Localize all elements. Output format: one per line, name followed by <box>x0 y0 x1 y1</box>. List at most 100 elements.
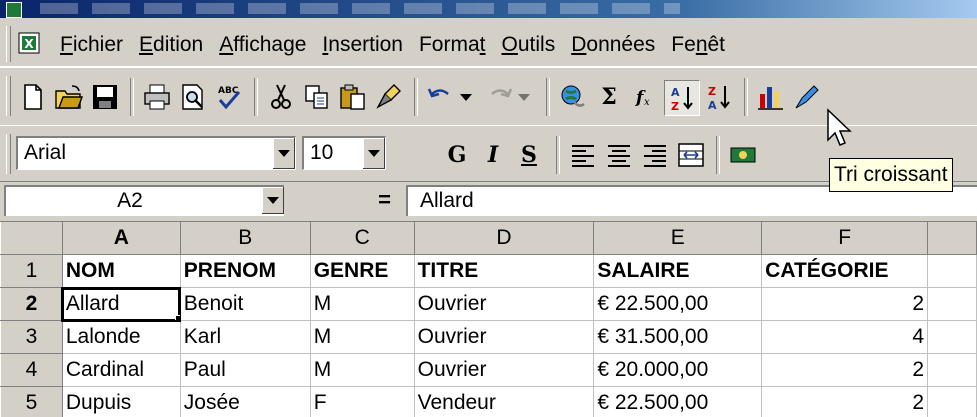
cell[interactable]: F <box>309 386 415 417</box>
cell[interactable]: 2 <box>761 386 929 417</box>
column-header[interactable]: A <box>61 221 181 255</box>
chart-wizard-button[interactable] <box>754 80 788 114</box>
toolbar-grip[interactable] <box>6 76 11 116</box>
menu-affichage[interactable]: Affichage <box>211 32 314 58</box>
cell[interactable]: Benoit <box>179 287 311 321</box>
window-title-bar[interactable] <box>0 0 977 18</box>
cell[interactable]: Ouvrier <box>413 287 595 321</box>
selected-cell[interactable]: Allard <box>61 286 182 322</box>
row-header[interactable]: 2 <box>0 287 63 321</box>
column-header[interactable]: D <box>413 221 595 255</box>
font-size-dropdown[interactable] <box>362 138 385 169</box>
font-name-dropdown[interactable] <box>272 138 295 169</box>
cell[interactable]: PRENOM <box>179 254 311 288</box>
italic-button[interactable]: I <box>476 138 510 172</box>
drawing-button[interactable] <box>790 80 824 114</box>
open-button[interactable] <box>52 80 86 114</box>
cell[interactable]: M <box>309 353 415 387</box>
cut-button[interactable] <box>264 80 298 114</box>
cell[interactable]: € 20.000,00 <box>593 353 763 387</box>
row-header[interactable]: 5 <box>0 386 63 417</box>
row-header[interactable]: 1 <box>0 254 63 288</box>
column-header[interactable]: C <box>309 221 415 255</box>
cell[interactable]: M <box>309 320 415 354</box>
currency-button[interactable] <box>726 138 760 172</box>
sort-ascending-button[interactable]: AZ <box>664 80 700 116</box>
cell[interactable] <box>927 320 977 354</box>
font-size-select[interactable]: 10 <box>302 136 386 170</box>
svg-text:X: X <box>24 37 34 51</box>
row-header[interactable]: 4 <box>0 353 63 387</box>
align-left-button[interactable] <box>566 138 600 172</box>
align-right-button[interactable] <box>638 138 672 172</box>
menu-format[interactable]: Format <box>411 32 494 58</box>
cell[interactable]: Karl <box>179 320 311 354</box>
select-all-corner[interactable] <box>0 221 63 255</box>
cell[interactable]: Lalonde <box>61 320 181 354</box>
row-header[interactable]: 3 <box>0 320 63 354</box>
cell[interactable]: Vendeur <box>413 386 595 417</box>
redo-button[interactable] <box>482 80 516 114</box>
menubar-grip[interactable] <box>6 26 11 62</box>
insert-function-button[interactable]: fx <box>628 80 662 114</box>
new-button[interactable] <box>16 80 50 114</box>
cell[interactable]: Cardinal <box>61 353 181 387</box>
cell[interactable] <box>927 287 977 321</box>
document-icon[interactable]: X <box>18 32 40 54</box>
menu-outils[interactable]: Outils <box>494 32 564 58</box>
menu-edition[interactable]: Edition <box>131 32 211 58</box>
edit-formula-button[interactable]: = <box>289 185 397 216</box>
cell[interactable]: SALAIRE <box>593 254 763 288</box>
cell[interactable]: GENRE <box>309 254 415 288</box>
sort-descending-button[interactable]: ZA <box>702 80 736 114</box>
hyperlink-button[interactable] <box>556 80 590 114</box>
cell[interactable]: Josée <box>179 386 311 417</box>
font-name-select[interactable]: Arial <box>16 136 296 170</box>
copy-button[interactable] <box>300 80 334 114</box>
column-header[interactable]: E <box>593 221 763 255</box>
redo-dropdown[interactable] <box>514 80 534 114</box>
column-header[interactable]: B <box>179 221 311 255</box>
cell[interactable]: Ouvrier <box>413 353 595 387</box>
spelling-button[interactable]: ABC <box>212 80 246 114</box>
column-header[interactable]: F <box>761 221 929 255</box>
cell[interactable]: Ouvrier <box>413 320 595 354</box>
cell[interactable]: € 31.500,00 <box>593 320 763 354</box>
cell[interactable]: TITRE <box>413 254 595 288</box>
cell[interactable]: 2 <box>761 287 929 321</box>
save-button[interactable] <box>88 80 122 114</box>
column-header-next[interactable] <box>927 221 977 255</box>
merge-center-button[interactable] <box>674 138 708 172</box>
name-box-dropdown[interactable] <box>261 187 284 214</box>
paste-button[interactable] <box>336 80 370 114</box>
cell[interactable]: CATÉGORIE <box>761 254 929 288</box>
cell[interactable]: Paul <box>179 353 311 387</box>
autosum-button[interactable]: Σ <box>592 80 626 114</box>
align-center-button[interactable] <box>602 138 636 172</box>
print-button[interactable] <box>140 80 174 114</box>
menu-fenetre[interactable]: Fenêt <box>663 32 733 58</box>
cell[interactable]: Dupuis <box>61 386 181 417</box>
cell[interactable]: 4 <box>761 320 929 354</box>
underline-button[interactable]: S <box>512 138 546 172</box>
print-preview-button[interactable] <box>176 80 210 114</box>
cell[interactable]: NOM <box>61 254 181 288</box>
cell[interactable]: € 22.500,00 <box>593 386 763 417</box>
menu-insertion[interactable]: Insertion <box>314 32 411 58</box>
toolbar-grip[interactable] <box>6 134 11 174</box>
undo-dropdown[interactable] <box>456 80 476 114</box>
name-box[interactable]: A2 <box>4 185 284 216</box>
menu-fichier[interactable]: Fichier <box>52 32 131 58</box>
svg-text:x: x <box>644 97 650 108</box>
cell[interactable]: M <box>309 287 415 321</box>
cell[interactable] <box>927 353 977 387</box>
bold-button[interactable]: G <box>440 138 474 172</box>
menu-donnees[interactable]: Données <box>563 32 663 58</box>
cell[interactable] <box>927 386 977 417</box>
format-painter-button[interactable] <box>372 80 406 114</box>
cell[interactable]: 2 <box>761 353 929 387</box>
cell[interactable]: € 22.500,00 <box>593 287 763 321</box>
cell[interactable] <box>927 254 977 288</box>
fill-handle[interactable] <box>174 315 180 320</box>
undo-button[interactable] <box>424 80 458 114</box>
